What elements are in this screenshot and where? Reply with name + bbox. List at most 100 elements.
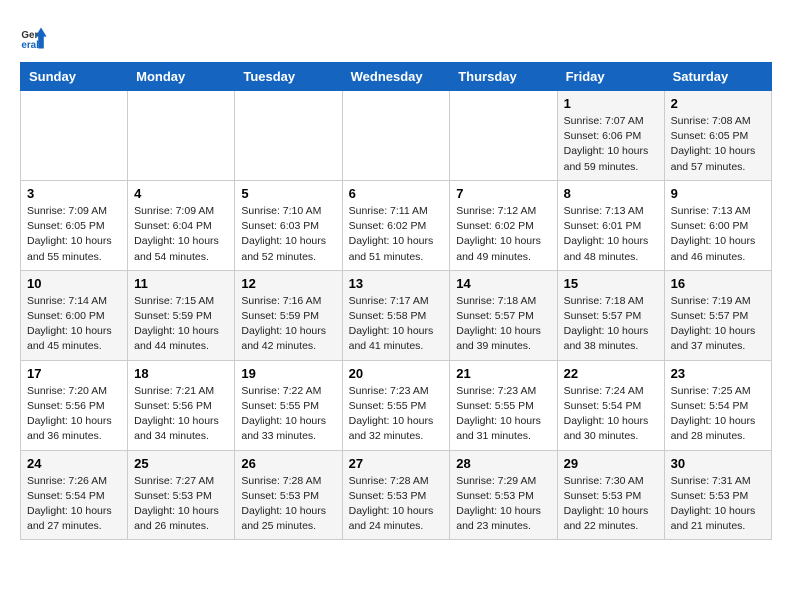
calendar-cell: 9 Sunrise: 7:13 AMSunset: 6:00 PMDaylight…	[664, 180, 771, 270]
calendar-cell: 11 Sunrise: 7:15 AMSunset: 5:59 PMDayligh…	[128, 270, 235, 360]
calendar-header-row: SundayMondayTuesdayWednesdayThursdayFrid…	[21, 63, 772, 91]
calendar-cell: 10 Sunrise: 7:14 AMSunset: 6:00 PMDayligh…	[21, 270, 128, 360]
day-number: 16	[671, 276, 765, 291]
header-cell-thursday: Thursday	[450, 63, 557, 91]
day-info: Sunrise: 7:19 AMSunset: 5:57 PMDaylight:…	[671, 294, 765, 355]
day-info: Sunrise: 7:11 AMSunset: 6:02 PMDaylight:…	[349, 204, 444, 265]
calendar-cell: 13 Sunrise: 7:17 AMSunset: 5:58 PMDayligh…	[342, 270, 450, 360]
day-info: Sunrise: 7:13 AMSunset: 6:00 PMDaylight:…	[671, 204, 765, 265]
day-number: 28	[456, 456, 550, 471]
calendar-cell: 22 Sunrise: 7:24 AMSunset: 5:54 PMDayligh…	[557, 360, 664, 450]
calendar-cell: 5Sunrise: 7:10 AMSunset: 6:03 PMDaylight…	[235, 180, 342, 270]
day-number: 26	[241, 456, 335, 471]
day-info: Sunrise: 7:13 AMSunset: 6:01 PMDaylight:…	[564, 204, 658, 265]
calendar-week-row: 3 Sunrise: 7:09 AMSunset: 6:05 PMDaylight…	[21, 180, 772, 270]
day-number: 19	[241, 366, 335, 381]
calendar-cell: 3 Sunrise: 7:09 AMSunset: 6:05 PMDaylight…	[21, 180, 128, 270]
day-number: 13	[349, 276, 444, 291]
day-info: Sunrise: 7:27 AMSunset: 5:53 PMDaylight:…	[134, 474, 228, 535]
day-number: 14	[456, 276, 550, 291]
calendar-cell	[21, 91, 128, 181]
day-info: Sunrise: 7:09 AMSunset: 6:04 PMDaylight:…	[134, 204, 228, 265]
day-info: Sunrise: 7:22 AMSunset: 5:55 PMDaylight:…	[241, 384, 335, 445]
day-number: 6	[349, 186, 444, 201]
day-info: Sunrise: 7:23 AMSunset: 5:55 PMDaylight:…	[456, 384, 550, 445]
day-number: 9	[671, 186, 765, 201]
day-number: 2	[671, 96, 765, 111]
day-number: 17	[27, 366, 121, 381]
calendar-cell: 17 Sunrise: 7:20 AMSunset: 5:56 PMDayligh…	[21, 360, 128, 450]
day-number: 12	[241, 276, 335, 291]
day-info: Sunrise: 7:20 AMSunset: 5:56 PMDaylight:…	[27, 384, 121, 445]
header-cell-saturday: Saturday	[664, 63, 771, 91]
header-cell-friday: Friday	[557, 63, 664, 91]
calendar-cell	[450, 91, 557, 181]
calendar-cell: 6 Sunrise: 7:11 AMSunset: 6:02 PMDaylight…	[342, 180, 450, 270]
day-number: 20	[349, 366, 444, 381]
day-info: Sunrise: 7:14 AMSunset: 6:00 PMDaylight:…	[27, 294, 121, 355]
calendar-cell: 23 Sunrise: 7:25 AMSunset: 5:54 PMDayligh…	[664, 360, 771, 450]
calendar-cell	[342, 91, 450, 181]
calendar-cell: 14 Sunrise: 7:18 AMSunset: 5:57 PMDayligh…	[450, 270, 557, 360]
day-info: Sunrise: 7:12 AMSunset: 6:02 PMDaylight:…	[456, 204, 550, 265]
day-info: Sunrise: 7:31 AMSunset: 5:53 PMDaylight:…	[671, 474, 765, 535]
calendar-cell: 21Sunrise: 7:23 AMSunset: 5:55 PMDayligh…	[450, 360, 557, 450]
day-number: 10	[27, 276, 121, 291]
day-number: 18	[134, 366, 228, 381]
calendar-cell: 29 Sunrise: 7:30 AMSunset: 5:53 PMDayligh…	[557, 450, 664, 540]
day-info: Sunrise: 7:07 AMSunset: 6:06 PMDaylight:…	[564, 114, 658, 175]
header-cell-tuesday: Tuesday	[235, 63, 342, 91]
calendar-cell	[128, 91, 235, 181]
day-info: Sunrise: 7:28 AMSunset: 5:53 PMDaylight:…	[241, 474, 335, 535]
calendar-cell: 28Sunrise: 7:29 AMSunset: 5:53 PMDayligh…	[450, 450, 557, 540]
calendar-cell: 19 Sunrise: 7:22 AMSunset: 5:55 PMDayligh…	[235, 360, 342, 450]
day-info: Sunrise: 7:16 AMSunset: 5:59 PMDaylight:…	[241, 294, 335, 355]
calendar-table: SundayMondayTuesdayWednesdayThursdayFrid…	[20, 62, 772, 540]
header: Gen eral	[20, 20, 772, 52]
calendar-cell: 18 Sunrise: 7:21 AMSunset: 5:56 PMDayligh…	[128, 360, 235, 450]
calendar-cell: 2 Sunrise: 7:08 AMSunset: 6:05 PMDaylight…	[664, 91, 771, 181]
day-info: Sunrise: 7:26 AMSunset: 5:54 PMDaylight:…	[27, 474, 121, 535]
day-number: 11	[134, 276, 228, 291]
day-number: 29	[564, 456, 658, 471]
day-info: Sunrise: 7:30 AMSunset: 5:53 PMDaylight:…	[564, 474, 658, 535]
calendar-cell: 7 Sunrise: 7:12 AMSunset: 6:02 PMDaylight…	[450, 180, 557, 270]
calendar-cell: 24Sunrise: 7:26 AMSunset: 5:54 PMDayligh…	[21, 450, 128, 540]
day-info: Sunrise: 7:21 AMSunset: 5:56 PMDaylight:…	[134, 384, 228, 445]
day-number: 27	[349, 456, 444, 471]
day-info: Sunrise: 7:15 AMSunset: 5:59 PMDaylight:…	[134, 294, 228, 355]
calendar-cell: 12 Sunrise: 7:16 AMSunset: 5:59 PMDayligh…	[235, 270, 342, 360]
calendar-cell: 26 Sunrise: 7:28 AMSunset: 5:53 PMDayligh…	[235, 450, 342, 540]
day-number: 22	[564, 366, 658, 381]
calendar-week-row: 24Sunrise: 7:26 AMSunset: 5:54 PMDayligh…	[21, 450, 772, 540]
day-number: 5	[241, 186, 335, 201]
calendar-cell: 27 Sunrise: 7:28 AMSunset: 5:53 PMDayligh…	[342, 450, 450, 540]
day-info: Sunrise: 7:08 AMSunset: 6:05 PMDaylight:…	[671, 114, 765, 175]
day-number: 23	[671, 366, 765, 381]
day-number: 3	[27, 186, 121, 201]
day-info: Sunrise: 7:28 AMSunset: 5:53 PMDaylight:…	[349, 474, 444, 535]
day-info: Sunrise: 7:25 AMSunset: 5:54 PMDaylight:…	[671, 384, 765, 445]
day-number: 7	[456, 186, 550, 201]
day-number: 30	[671, 456, 765, 471]
calendar-cell: 30 Sunrise: 7:31 AMSunset: 5:53 PMDayligh…	[664, 450, 771, 540]
calendar-week-row: 17 Sunrise: 7:20 AMSunset: 5:56 PMDayligh…	[21, 360, 772, 450]
day-info: Sunrise: 7:18 AMSunset: 5:57 PMDaylight:…	[564, 294, 658, 355]
day-number: 1	[564, 96, 658, 111]
calendar-body: 1 Sunrise: 7:07 AMSunset: 6:06 PMDaylight…	[21, 91, 772, 540]
day-info: Sunrise: 7:24 AMSunset: 5:54 PMDaylight:…	[564, 384, 658, 445]
svg-text:eral: eral	[21, 40, 39, 51]
day-info: Sunrise: 7:18 AMSunset: 5:57 PMDaylight:…	[456, 294, 550, 355]
logo: Gen eral	[20, 24, 52, 52]
header-cell-monday: Monday	[128, 63, 235, 91]
header-cell-wednesday: Wednesday	[342, 63, 450, 91]
calendar-cell: 1 Sunrise: 7:07 AMSunset: 6:06 PMDaylight…	[557, 91, 664, 181]
day-info: Sunrise: 7:09 AMSunset: 6:05 PMDaylight:…	[27, 204, 121, 265]
day-number: 15	[564, 276, 658, 291]
day-number: 4	[134, 186, 228, 201]
logo-icon: Gen eral	[20, 24, 48, 52]
day-info: Sunrise: 7:17 AMSunset: 5:58 PMDaylight:…	[349, 294, 444, 355]
calendar-cell: 8Sunrise: 7:13 AMSunset: 6:01 PMDaylight…	[557, 180, 664, 270]
calendar-cell: 20Sunrise: 7:23 AMSunset: 5:55 PMDayligh…	[342, 360, 450, 450]
calendar-cell: 4 Sunrise: 7:09 AMSunset: 6:04 PMDaylight…	[128, 180, 235, 270]
